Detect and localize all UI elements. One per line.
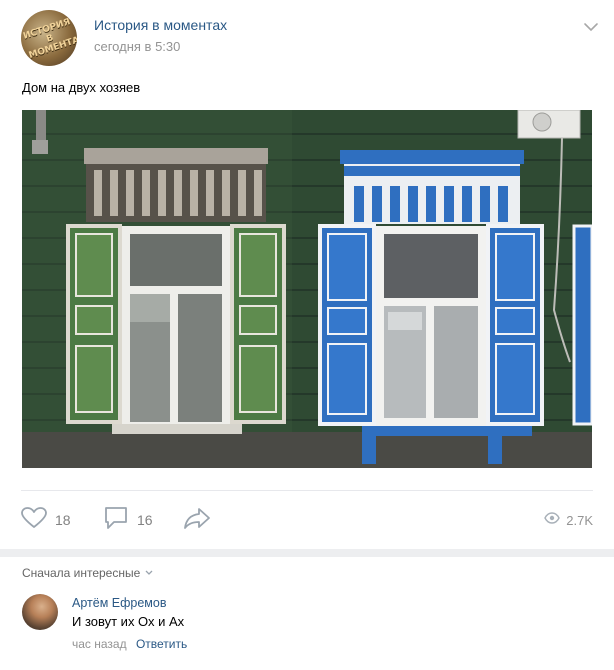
post-text: Дом на двух хозяев bbox=[22, 80, 141, 95]
comment-meta: час назад Ответить bbox=[72, 637, 187, 651]
like-count: 18 bbox=[55, 512, 71, 528]
chevron-down-icon bbox=[144, 566, 154, 580]
group-name-link[interactable]: История в моментах bbox=[94, 17, 227, 33]
reply-button[interactable]: Ответить bbox=[136, 637, 187, 651]
group-avatar-logo-text: ИСТОРИЯ В МОМЕНТАХ bbox=[22, 17, 77, 61]
post-header: ИСТОРИЯ В МОМЕНТАХ История в моментах се… bbox=[21, 10, 601, 66]
comment-author-link[interactable]: Артём Ефремов bbox=[72, 596, 166, 610]
sort-label: Сначала интересные bbox=[22, 566, 141, 580]
eye-icon bbox=[544, 511, 561, 529]
comments-sort-dropdown[interactable]: Сначала интересные bbox=[22, 566, 154, 580]
group-avatar[interactable]: ИСТОРИЯ В МОМЕНТАХ bbox=[21, 10, 77, 66]
comment-bubble-icon bbox=[103, 506, 129, 535]
views-count: 2.7K bbox=[566, 512, 593, 528]
post-time[interactable]: сегодня в 5:30 bbox=[94, 39, 180, 54]
comment-count: 16 bbox=[137, 512, 153, 528]
comment-item: Артём Ефремов И зовут их Ох и Ах час наз… bbox=[22, 594, 592, 658]
post-image[interactable] bbox=[22, 110, 592, 468]
comment-time[interactable]: час назад bbox=[72, 637, 127, 651]
views-counter: 2.7K bbox=[544, 505, 593, 535]
share-arrow-icon bbox=[183, 507, 211, 534]
comment-text: И зовут их Ох и Ах bbox=[72, 614, 185, 629]
chevron-down-icon[interactable] bbox=[581, 20, 601, 34]
heart-icon bbox=[21, 506, 47, 534]
share-button[interactable] bbox=[183, 505, 211, 535]
post-actions: 18 16 2.7K bbox=[21, 505, 593, 535]
comment-button[interactable]: 16 bbox=[103, 505, 153, 535]
divider bbox=[21, 490, 593, 491]
section-separator bbox=[0, 549, 614, 557]
comment-author-avatar[interactable] bbox=[22, 594, 58, 630]
like-button[interactable]: 18 bbox=[21, 505, 71, 535]
